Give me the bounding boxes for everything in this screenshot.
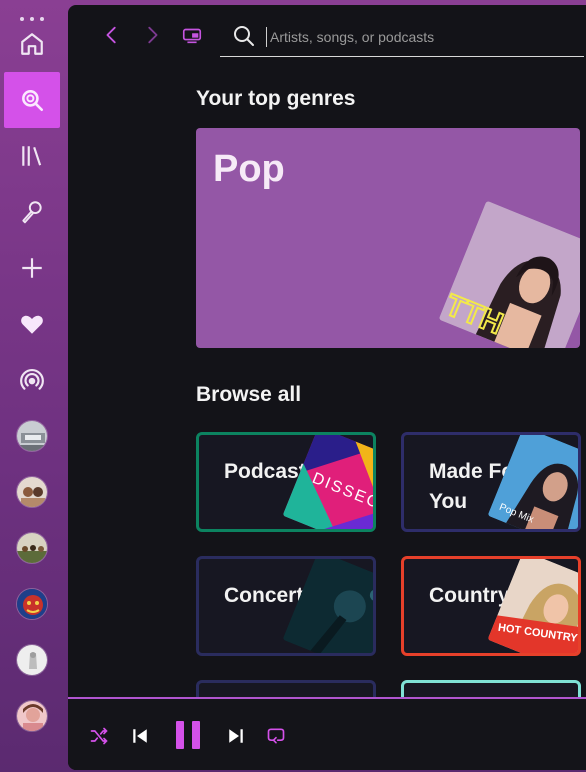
pause-button[interactable] <box>172 717 204 753</box>
skip-back-icon <box>133 729 147 743</box>
avatar[interactable] <box>16 700 48 732</box>
browse-tile-made-for-you[interactable]: Made For You Pop Mix <box>401 432 581 532</box>
library-icon <box>22 146 42 166</box>
search-input[interactable] <box>266 27 566 47</box>
forward-button[interactable] <box>140 23 164 47</box>
avatar[interactable] <box>16 420 48 452</box>
skip-forward-icon <box>229 729 243 743</box>
search-bar <box>220 17 584 57</box>
browse-tile-art: HOT COUNTRY <box>487 559 578 653</box>
microphone-icon <box>22 201 42 224</box>
previous-button[interactable] <box>128 724 152 748</box>
sidebar-item-create-playlist[interactable] <box>4 240 60 296</box>
mini-player-icon <box>182 28 202 44</box>
avatar[interactable] <box>16 588 48 620</box>
mini-player-button[interactable] <box>180 23 204 47</box>
pause-icon <box>176 721 200 749</box>
back-button[interactable] <box>100 23 124 47</box>
repeat-icon <box>267 728 285 744</box>
home-icon <box>21 33 43 55</box>
chevron-left-icon <box>106 26 116 44</box>
genre-card-pop[interactable]: Pop TTH <box>196 128 580 348</box>
genre-cover-art: TTH <box>438 200 580 348</box>
avatar[interactable] <box>16 476 48 508</box>
browse-tile-art: DISSECT <box>282 435 373 529</box>
search-icon <box>234 26 254 46</box>
shuffle-icon <box>90 727 108 745</box>
repeat-button[interactable] <box>264 724 288 748</box>
player-bar <box>68 697 586 770</box>
search-icon <box>22 90 44 112</box>
browse-tile-art <box>282 559 373 653</box>
browse-tile-concerts[interactable]: Concerts <box>196 556 376 656</box>
sidebar-item-liked-songs[interactable] <box>4 296 60 352</box>
shuffle-button[interactable] <box>88 725 110 747</box>
avatar[interactable] <box>16 644 48 676</box>
podcast-icon <box>20 369 44 390</box>
top-genres-heading: Your top genres <box>196 87 356 110</box>
avatar[interactable] <box>16 532 48 564</box>
heart-icon <box>21 315 43 334</box>
main-window: Your top genres Pop TTH Browse all Podca… <box>68 5 586 770</box>
next-button[interactable] <box>224 724 248 748</box>
sidebar-item-podcasts[interactable] <box>4 352 60 408</box>
top-bar <box>68 5 586 65</box>
sidebar-item-home[interactable] <box>4 16 60 72</box>
sidebar-item-library[interactable] <box>4 128 60 184</box>
plus-icon <box>22 258 42 278</box>
sidebar-item-search[interactable] <box>4 72 60 128</box>
genre-card-title: Pop <box>213 148 285 190</box>
sidebar-item-microphone[interactable] <box>4 184 60 240</box>
sidebar <box>0 0 64 772</box>
browse-tile-podcasts[interactable]: Podcasts DISSECT <box>196 432 376 532</box>
browse-tile-country[interactable]: Country HOT COUNTRY <box>401 556 581 656</box>
browse-all-heading: Browse all <box>196 383 302 406</box>
browse-tile-art: Pop Mix <box>487 435 578 529</box>
chevron-right-icon <box>148 26 158 44</box>
